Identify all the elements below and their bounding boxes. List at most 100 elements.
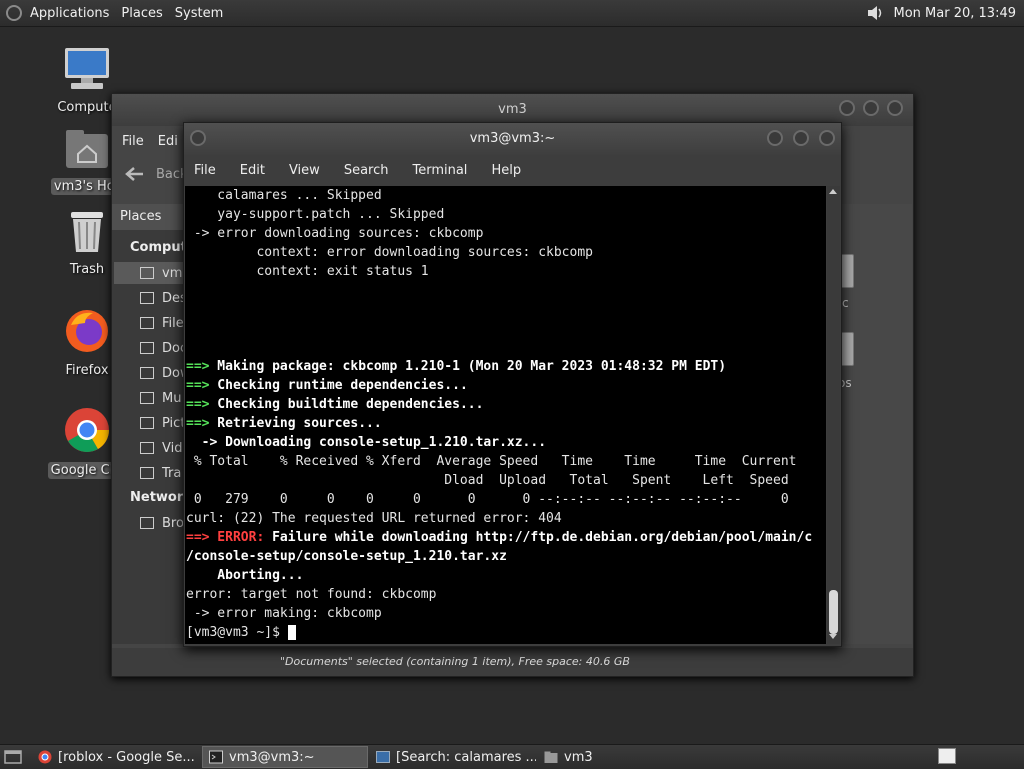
close-button[interactable]: [887, 100, 903, 116]
chrome-icon: [38, 750, 52, 764]
terminal-line: ==> Checking runtime dependencies...: [185, 376, 826, 395]
scrollbar-thumb[interactable]: [829, 590, 838, 634]
sidebar-item-music[interactable]: Mu: [140, 387, 181, 409]
task-file-manager[interactable]: vm3: [538, 746, 698, 768]
sidebar-item-label: Mu: [162, 390, 182, 406]
scroll-up-icon[interactable]: [829, 189, 837, 194]
menu-terminal[interactable]: Terminal: [412, 163, 467, 178]
terminal-line: -> error making: ckbcomp: [186, 606, 382, 621]
sidebar-item-label: Tra: [162, 465, 182, 481]
sidebar-item-browse-network[interactable]: Bro: [140, 512, 184, 534]
menu-edit[interactable]: Edi: [158, 134, 178, 149]
terminal-line: 0 279 0 0 0 0 0 0 --:--:-- --:--:-- --:-…: [186, 492, 789, 507]
task-label: [Search: calamares ...: [396, 749, 536, 765]
folder-icon[interactable]: [840, 332, 854, 366]
folder-icon: [140, 392, 154, 404]
window-menu-button[interactable]: [190, 130, 206, 146]
bottom-taskbar: [roblox - Google Se... vm3@vm3:~ [Search…: [0, 744, 1024, 769]
folder-icon[interactable]: [840, 254, 854, 288]
clock[interactable]: Mon Mar 20, 13:49: [894, 6, 1016, 21]
task-label: vm3: [564, 749, 593, 765]
minimize-button[interactable]: [839, 100, 855, 116]
sidebar-item-label: Bro: [162, 515, 184, 531]
distro-logo-icon[interactable]: [6, 5, 22, 21]
folder-icon: [140, 442, 154, 454]
file-manager-title: vm3: [498, 102, 527, 117]
line-text: Making package: ckbcomp 1.210-1 (Mon 20 …: [209, 359, 727, 374]
arrow-marker: ==>: [186, 416, 210, 431]
terminal-line: Dload Upload Total Spent Left Speed: [186, 473, 789, 488]
terminal-prompt-line[interactable]: [vm3@vm3 ~]$: [185, 623, 826, 642]
terminal-line: /console-setup/console-setup_1.210.tar.x…: [186, 549, 507, 564]
maximize-button[interactable]: [793, 130, 809, 146]
line-text: Checking runtime dependencies...: [209, 378, 468, 393]
menu-file[interactable]: File: [122, 134, 144, 149]
network-icon: [140, 517, 154, 529]
task-chrome[interactable]: [roblox - Google Se...: [32, 746, 196, 768]
sidebar-item-pictures[interactable]: Pict: [140, 412, 185, 434]
terminal-line: -> error downloading sources: ckbcomp: [186, 226, 484, 241]
menu-view[interactable]: View: [289, 163, 320, 178]
menu-file[interactable]: File: [194, 163, 216, 178]
sidebar-item-label: vm: [162, 265, 183, 281]
scroll-down-icon[interactable]: [829, 634, 837, 639]
sidebar-item-desktop[interactable]: Des: [140, 287, 187, 309]
home-icon: [140, 267, 154, 279]
applications-menu[interactable]: Applications: [30, 6, 109, 21]
sidebar-item-label: Pict: [162, 415, 186, 431]
error-label: ERROR:: [209, 530, 265, 545]
menu-search[interactable]: Search: [344, 163, 389, 178]
workspace-switcher-icon[interactable]: [938, 748, 956, 764]
top-panel: Applications Places System Mon Mar 20, 1…: [0, 0, 1024, 27]
system-menu[interactable]: System: [175, 6, 223, 21]
trash-icon: [71, 212, 103, 252]
drive-icon: [140, 317, 154, 329]
back-arrow-icon[interactable]: [124, 166, 144, 182]
maximize-button[interactable]: [863, 100, 879, 116]
task-search[interactable]: [Search: calamares ...: [370, 746, 536, 768]
sidebar-item-trash[interactable]: Tra: [140, 462, 181, 484]
terminal-window: vm3@vm3:~ File Edit View Search Terminal…: [183, 122, 842, 647]
terminal-output[interactable]: calamares ... Skipped yay-support.patch …: [185, 186, 826, 644]
home-folder-icon: [66, 130, 108, 168]
terminal-titlebar[interactable]: vm3@vm3:~: [184, 123, 841, 155]
show-desktop-icon[interactable]: [4, 749, 22, 765]
sidebar-item-videos[interactable]: Vid: [140, 437, 182, 459]
terminal-line: ==> ERROR: Failure while downloading htt…: [185, 528, 826, 547]
arrow-marker: ==>: [186, 530, 210, 545]
trash-icon: [140, 467, 154, 479]
volume-icon[interactable]: [867, 6, 884, 20]
shell-prompt: [vm3@vm3 ~]$: [186, 625, 288, 640]
task-terminal[interactable]: vm3@vm3:~: [202, 746, 368, 768]
minimize-button[interactable]: [767, 130, 783, 146]
menu-edit[interactable]: Edit: [240, 163, 265, 178]
arrow-marker: ==>: [186, 378, 210, 393]
line-text: Failure while downloading http://ftp.de.…: [264, 530, 813, 545]
terminal-line: error: target not found: ckbcomp: [186, 587, 437, 602]
task-label: vm3@vm3:~: [229, 749, 315, 765]
folder-icon: [140, 292, 154, 304]
firefox-icon: [66, 310, 108, 352]
arrow-marker: ==>: [186, 397, 210, 412]
terminal-line: % Total % Received % Xferd Average Speed…: [186, 454, 797, 469]
sidebar-item-filesystem[interactable]: File: [140, 312, 184, 334]
menu-help[interactable]: Help: [491, 163, 521, 178]
sidebar-item-documents[interactable]: Doc: [140, 337, 187, 359]
folder-label: c: [842, 296, 849, 310]
task-label: [roblox - Google Se...: [58, 749, 195, 765]
computer-icon: [65, 48, 109, 89]
terminal-line: context: error downloading sources: ckbc…: [186, 245, 593, 260]
places-menu[interactable]: Places: [121, 6, 162, 21]
terminal-menubar: File Edit View Search Terminal Help: [184, 155, 841, 185]
terminal-line: ==> Making package: ckbcomp 1.210-1 (Mon…: [185, 357, 826, 376]
text-cursor: [287, 625, 296, 640]
close-button[interactable]: [819, 130, 835, 146]
terminal-scrollbar[interactable]: [827, 186, 840, 644]
search-window-icon: [376, 751, 390, 763]
line-text: Retrieving sources...: [209, 416, 382, 431]
terminal-line: calamares ... Skipped: [186, 188, 382, 203]
terminal-line: Aborting...: [186, 568, 304, 583]
